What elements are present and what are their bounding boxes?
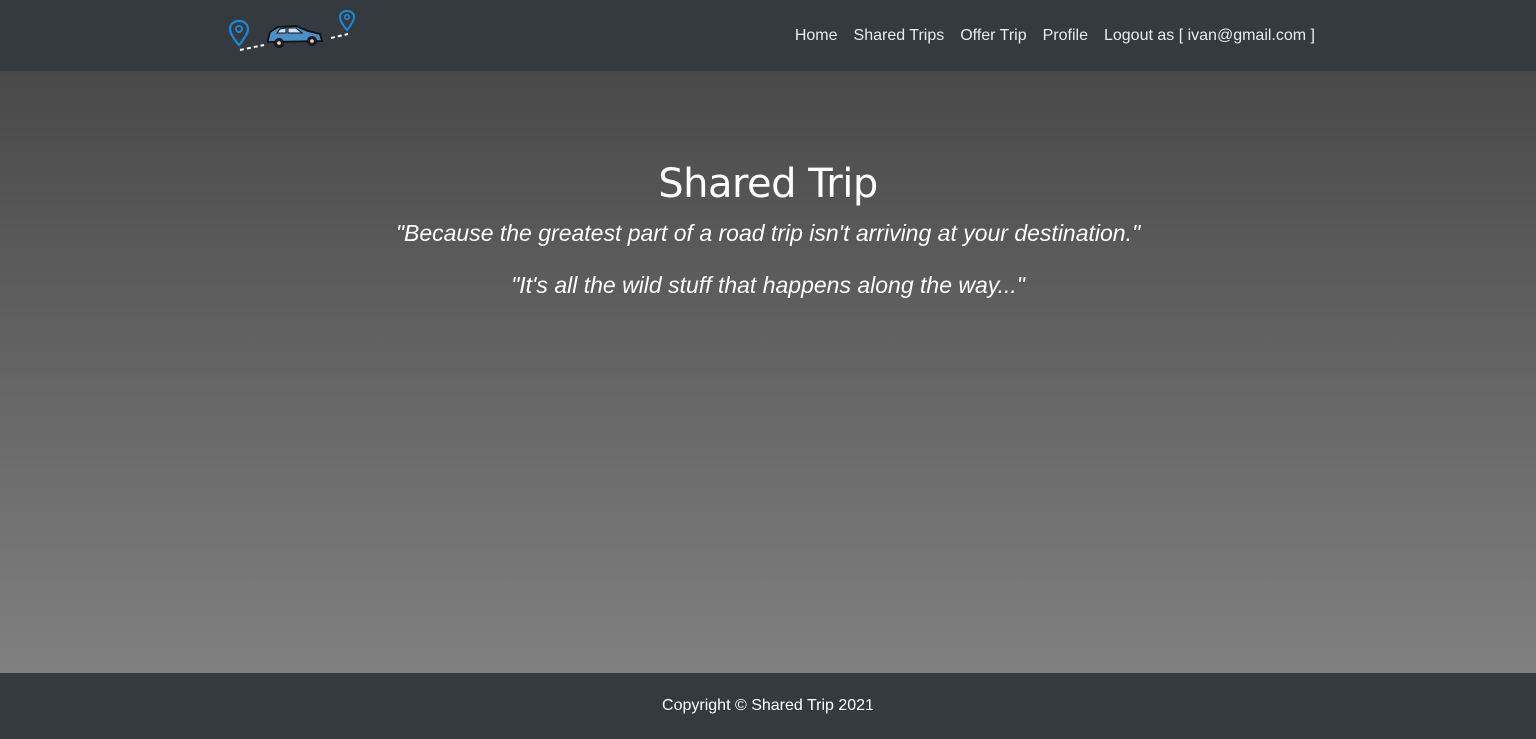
brand-logo-link[interactable] <box>226 9 360 54</box>
nav-shared-trips-link[interactable]: Shared Trips <box>846 27 953 45</box>
nav-offer-trip-link[interactable]: Offer Trip <box>952 27 1034 45</box>
hero-section: Shared Trip "Because the greatest part o… <box>0 71 1536 673</box>
nav-logout-link[interactable]: Logout as [ ivan@gmail.com ] <box>1096 27 1315 45</box>
hero-title: Shared Trip <box>658 161 878 207</box>
navbar: Home Shared Trips Offer Trip Profile Log… <box>0 0 1536 71</box>
hero-quote-2: "It's all the wild stuff that happens al… <box>511 272 1025 298</box>
road-trip-car-logo-icon <box>228 9 356 51</box>
hero-quote-1: "Because the greatest part of a road tri… <box>395 220 1141 246</box>
nav-profile-link[interactable]: Profile <box>1035 27 1096 45</box>
nav-links: Home Shared Trips Offer Trip Profile Log… <box>787 0 1315 71</box>
footer: Copyright © Shared Trip 2021 <box>0 673 1536 739</box>
copyright-text: Copyright © Shared Trip 2021 <box>662 697 874 714</box>
nav-home-link[interactable]: Home <box>787 27 846 45</box>
